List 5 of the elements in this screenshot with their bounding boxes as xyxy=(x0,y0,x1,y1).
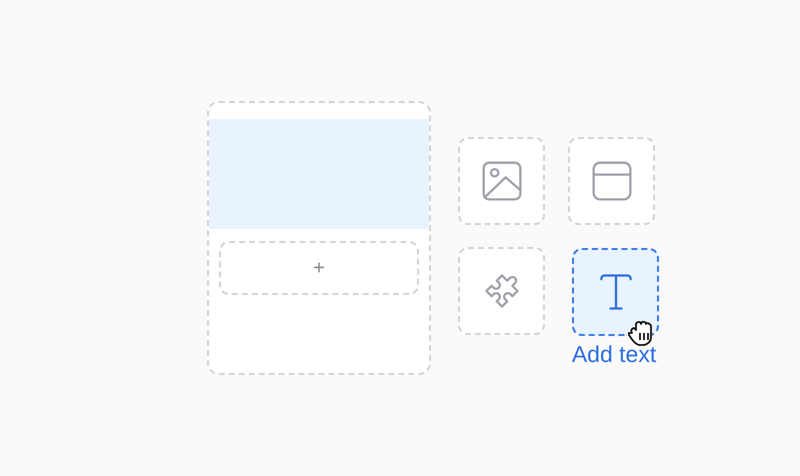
add-block-button[interactable]: + xyxy=(219,241,419,295)
image-icon xyxy=(480,159,524,203)
tile-label: Add text xyxy=(572,341,656,369)
window-icon xyxy=(590,159,634,203)
block-tile[interactable] xyxy=(572,248,659,336)
